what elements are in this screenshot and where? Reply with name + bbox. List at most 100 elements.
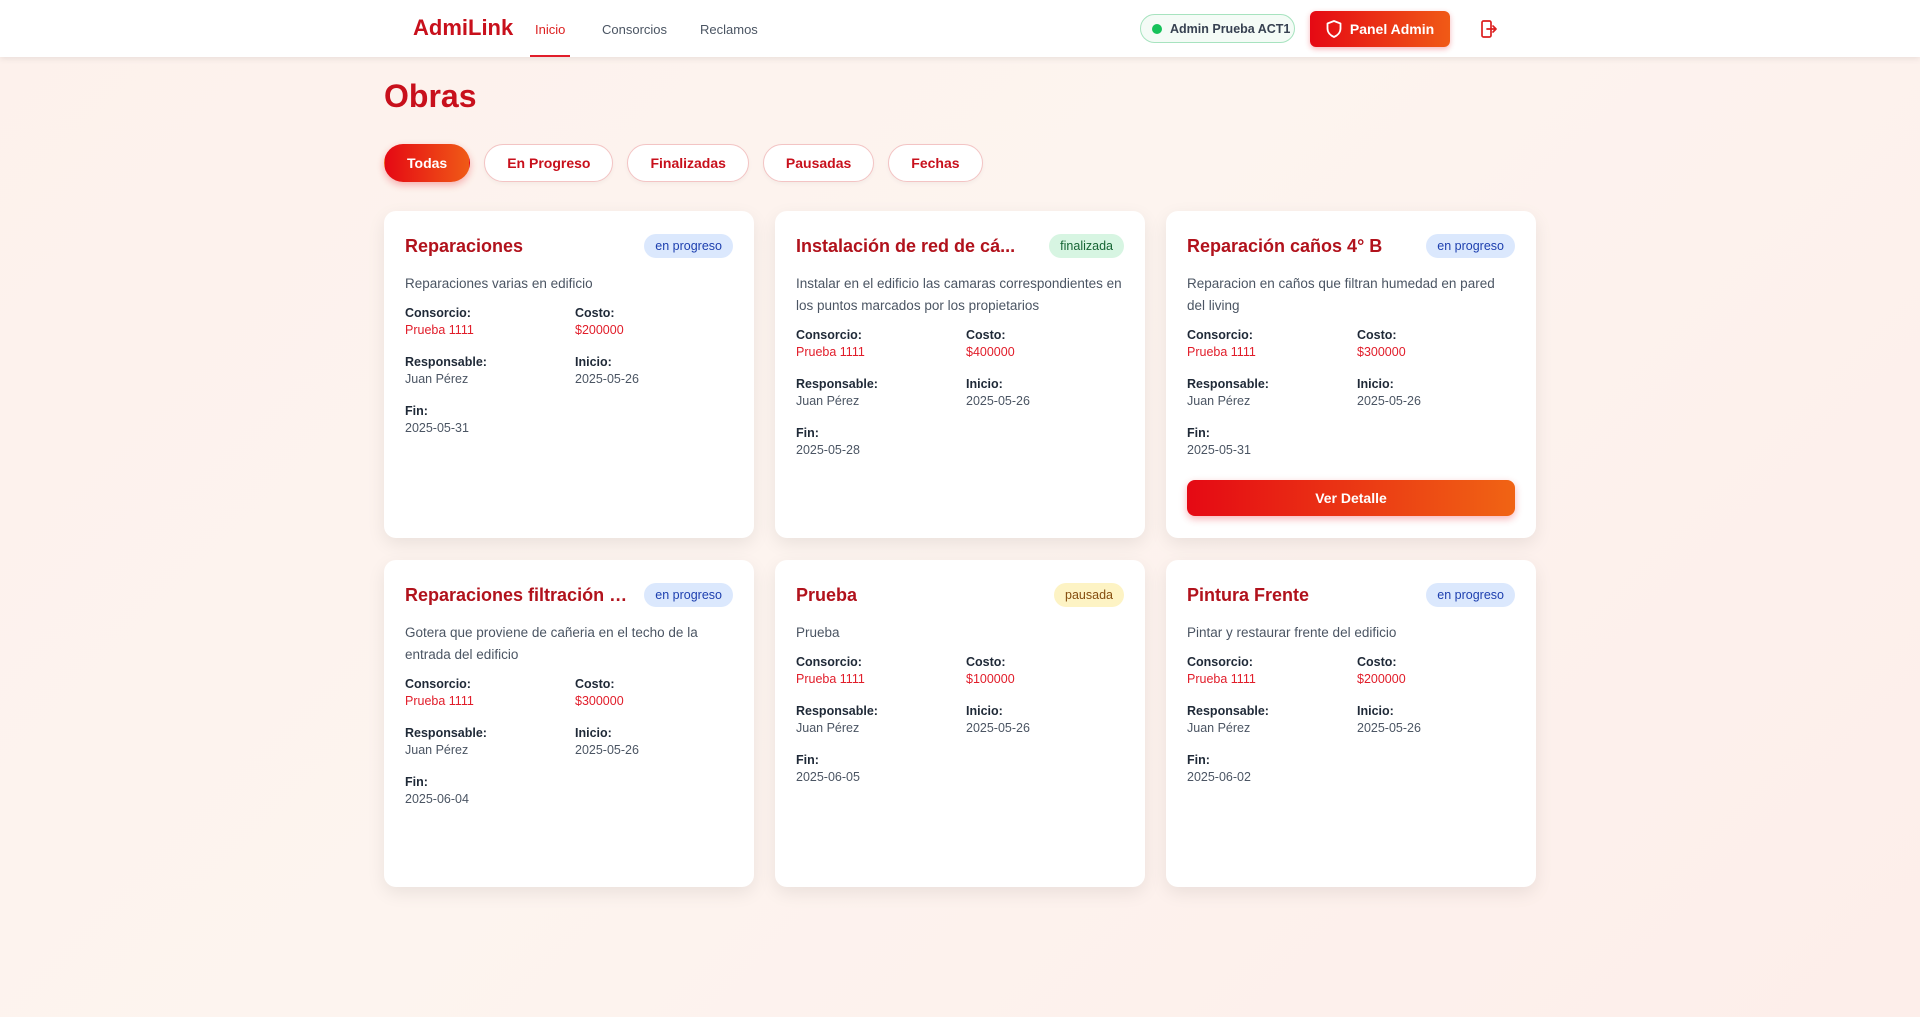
fin-value: 2025-06-04: [405, 792, 469, 806]
card-details: Consorcio: Prueba 1111 Costo: $100000 Re…: [796, 654, 1124, 787]
fin-label: Fin:: [796, 753, 819, 767]
card-details: Consorcio: Prueba 1111 Costo: $200000 Re…: [405, 305, 733, 438]
costo-value: $200000: [575, 323, 624, 337]
card-header: Reparaciones en progreso: [405, 233, 733, 259]
card-header: Pintura Frente en progreso: [1187, 582, 1515, 608]
card-title: Prueba: [796, 584, 858, 605]
consorcio-label: Consorcio:: [796, 328, 862, 342]
inicio-value: 2025-05-26: [575, 743, 639, 757]
card-title: Reparación caños 4° B: [1187, 235, 1383, 256]
card-title: Instalación de red de cá...: [796, 235, 1016, 256]
obra-card[interactable]: Prueba pausada Prueba Consorcio: Prueba …: [775, 560, 1145, 887]
admin-panel-label: Panel Admin: [1349, 21, 1435, 37]
fin-label: Fin:: [796, 426, 819, 440]
inicio-value: 2025-05-26: [966, 394, 1030, 408]
costo-value: $300000: [575, 694, 624, 708]
obra-card[interactable]: Reparaciones en progreso Reparaciones va…: [384, 211, 754, 538]
user-status-pill: Admin Prueba ACT1: [1140, 14, 1295, 43]
card-description: Prueba: [796, 625, 840, 640]
shield-icon: [1326, 20, 1342, 38]
card-title: Reparaciones: [405, 235, 524, 256]
responsable-label: Responsable:: [1187, 377, 1269, 391]
costo-label: Costo:: [1357, 655, 1397, 669]
card-title: Pintura Frente: [1187, 584, 1310, 605]
filter-todas[interactable]: Todas: [384, 144, 471, 182]
inicio-value: 2025-05-26: [1357, 394, 1421, 408]
card-description: Instalar en el edificio las camaras corr…: [796, 276, 1122, 313]
status-badge: en progreso: [644, 234, 733, 258]
filter-en-progreso[interactable]: En Progreso: [484, 144, 614, 182]
online-dot-icon: [1152, 23, 1162, 34]
consorcio-label: Consorcio:: [405, 677, 471, 691]
obra-card[interactable]: Pintura Frente en progreso Pintar y rest…: [1166, 560, 1536, 887]
card-header: Reparación caños 4° B en progreso: [1187, 233, 1515, 259]
inicio-label: Inicio:: [575, 726, 612, 740]
fin-value: 2025-05-31: [405, 421, 469, 435]
inicio-label: Inicio:: [1357, 377, 1394, 391]
responsable-value: Juan Pérez: [796, 721, 860, 735]
responsable-value: Juan Pérez: [405, 743, 469, 757]
page-title: Obras: [384, 78, 477, 114]
costo-label: Costo:: [966, 328, 1006, 342]
brand-logo[interactable]: AdmiLink: [413, 15, 513, 41]
costo-value: $200000: [1357, 672, 1406, 686]
costo-label: Costo:: [575, 677, 615, 691]
consorcio-value: Prueba 1111: [796, 672, 865, 686]
responsable-label: Responsable:: [405, 355, 487, 369]
obra-card[interactable]: Reparaciones filtración e... en progreso…: [384, 560, 754, 887]
card-details: Consorcio: Prueba 1111 Costo: $400000 Re…: [796, 327, 1124, 460]
card-header: Instalación de red de cá... finalizada: [796, 233, 1124, 259]
consorcio-value: Prueba 1111: [405, 323, 474, 337]
inicio-value: 2025-05-26: [1357, 721, 1421, 735]
obra-card[interactable]: Instalación de red de cá... finalizada I…: [775, 211, 1145, 538]
active-nav-indicator: [530, 55, 570, 57]
fin-label: Fin:: [405, 404, 428, 418]
responsable-label: Responsable:: [796, 704, 878, 718]
filter-pausadas[interactable]: Pausadas: [762, 144, 875, 182]
ver-detalle-button[interactable]: Ver Detalle: [1187, 480, 1515, 516]
nav-link-reclamos[interactable]: Reclamos: [700, 22, 758, 37]
consorcio-value: Prueba 1111: [1187, 345, 1256, 359]
responsable-value: Juan Pérez: [1187, 394, 1251, 408]
costo-value: $100000: [966, 672, 1015, 686]
costo-label: Costo:: [575, 306, 615, 320]
logout-icon[interactable]: [1478, 18, 1500, 40]
inicio-label: Inicio:: [966, 377, 1003, 391]
filter-fechas[interactable]: Fechas: [888, 144, 983, 182]
card-description: Reparacion en caños que filtran humedad …: [1187, 276, 1495, 313]
costo-value: $300000: [1357, 345, 1406, 359]
responsable-value: Juan Pérez: [796, 394, 860, 408]
consorcio-label: Consorcio:: [1187, 655, 1253, 669]
responsable-label: Responsable:: [405, 726, 487, 740]
card-header: Prueba pausada: [796, 582, 1124, 608]
fin-value: 2025-05-31: [1187, 443, 1251, 457]
admin-panel-button[interactable]: Panel Admin: [1310, 11, 1450, 47]
inicio-value: 2025-05-26: [575, 372, 639, 386]
filter-finalizadas[interactable]: Finalizadas: [627, 144, 749, 182]
consorcio-label: Consorcio:: [405, 306, 471, 320]
inicio-label: Inicio:: [1357, 704, 1394, 718]
obra-card[interactable]: Reparación caños 4° B en progreso Repara…: [1166, 211, 1536, 538]
fin-label: Fin:: [405, 775, 428, 789]
card-description: Gotera que proviene de cañeria en el tec…: [405, 625, 698, 662]
card-header: Reparaciones filtración e... en progreso: [405, 582, 733, 608]
costo-value: $400000: [966, 345, 1015, 359]
inicio-label: Inicio:: [966, 704, 1003, 718]
top-navbar: AdmiLink Inicio Consorcios Reclamos Admi…: [0, 0, 1920, 57]
card-details: Consorcio: Prueba 1111 Costo: $200000 Re…: [1187, 654, 1515, 787]
status-badge: finalizada: [1049, 234, 1124, 258]
card-details: Consorcio: Prueba 1111 Costo: $300000 Re…: [405, 676, 733, 809]
nav-link-inicio[interactable]: Inicio: [535, 22, 565, 37]
inicio-label: Inicio:: [575, 355, 612, 369]
status-badge: en progreso: [644, 583, 733, 607]
fin-value: 2025-06-05: [796, 770, 860, 784]
status-badge: en progreso: [1426, 583, 1515, 607]
card-title: Reparaciones filtración e...: [405, 584, 630, 605]
nav-link-consorcios[interactable]: Consorcios: [602, 22, 667, 37]
consorcio-label: Consorcio:: [1187, 328, 1253, 342]
card-description: Reparaciones varias en edificio: [405, 276, 593, 291]
card-description: Pintar y restaurar frente del edificio: [1187, 625, 1397, 640]
status-badge: en progreso: [1426, 234, 1515, 258]
responsable-value: Juan Pérez: [405, 372, 469, 386]
consorcio-label: Consorcio:: [796, 655, 862, 669]
